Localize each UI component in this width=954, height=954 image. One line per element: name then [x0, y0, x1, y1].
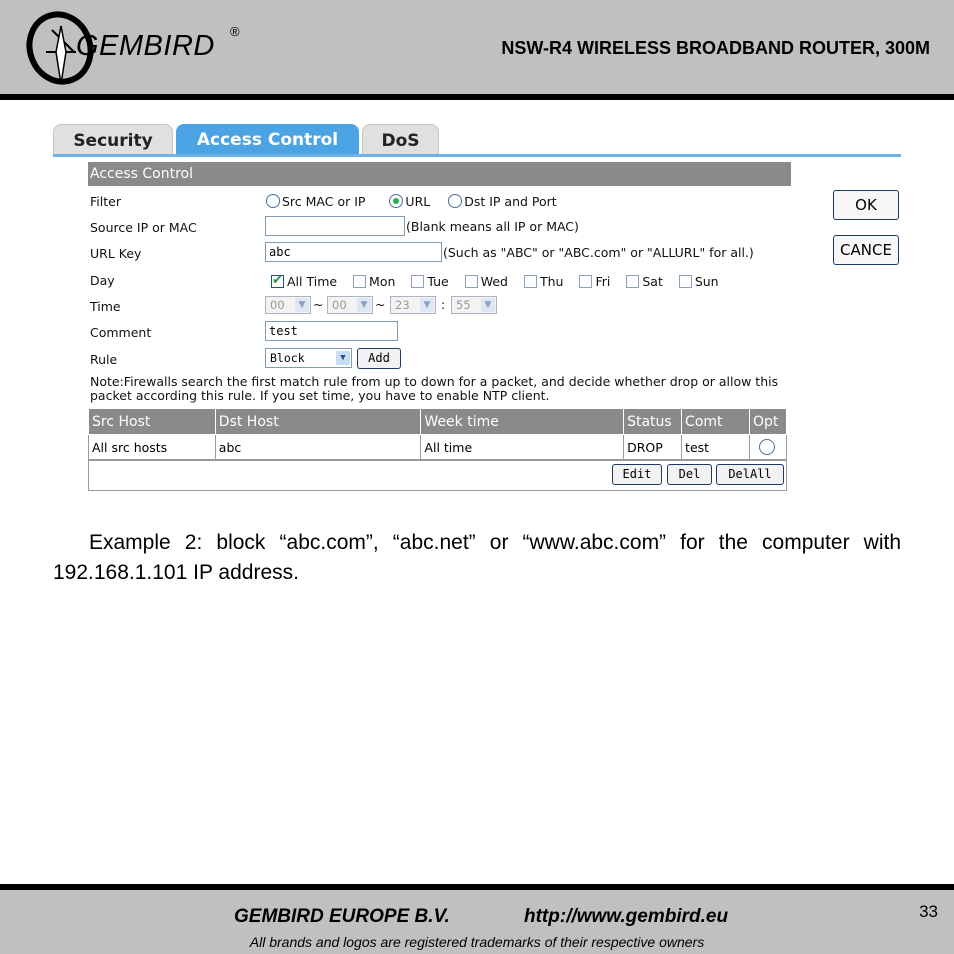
start-hour-select[interactable]: 00 ▼ — [265, 296, 311, 314]
start-hour-value: 00 — [270, 298, 285, 312]
filter-label: Filter — [90, 194, 121, 209]
day-options: All Time Mon Tue Wed Thu Fri Sat Sun — [271, 273, 719, 289]
radio-src-mac-ip[interactable] — [266, 194, 280, 208]
cell-comt: test — [681, 434, 750, 460]
col-comt: Comt — [681, 408, 750, 435]
delete-button[interactable]: Del — [667, 464, 712, 485]
tab-access-control[interactable]: Access Control — [176, 124, 359, 154]
table-header-row: Src Host Dst Host Week time Status Comt … — [88, 408, 788, 435]
start-minute-select[interactable]: 00 ▼ — [327, 296, 373, 314]
chevron-down-icon: ▼ — [481, 298, 495, 312]
add-rule-button[interactable]: Add — [357, 348, 401, 369]
radio-url[interactable] — [389, 194, 404, 208]
cell-src-host: All src hosts — [88, 434, 216, 460]
cell-opt — [748, 434, 788, 460]
tab-dos[interactable]: DoS — [362, 124, 439, 154]
tab-security[interactable]: Security — [53, 124, 173, 154]
chevron-down-icon: ▼ — [336, 351, 350, 365]
firewall-note: Note:Firewalls search the first match ru… — [90, 374, 779, 403]
chevron-down-icon: ▼ — [420, 298, 434, 312]
filter-options: Src MAC or IP URL Dst IP and Port — [266, 194, 557, 209]
checkbox-thu[interactable] — [523, 275, 537, 288]
radio-src-mac-ip-label: Src MAC or IP — [282, 194, 366, 209]
edit-button[interactable]: Edit — [612, 464, 662, 485]
checkbox-sat-label: Sat — [642, 274, 663, 289]
rules-table: Src Host Dst Host Week time Status Comt … — [88, 408, 788, 460]
checkbox-fri[interactable] — [579, 275, 593, 288]
end-hour-value: 23 — [395, 298, 410, 312]
time-tilde-2: ~ — [375, 297, 386, 312]
col-dst-host: Dst Host — [214, 408, 422, 435]
checkbox-mon[interactable] — [353, 275, 367, 288]
col-week-time: Week time — [420, 408, 625, 435]
checkbox-sat[interactable] — [626, 275, 640, 288]
example-text: Example 2: block “abc.com”, “abc.net” or… — [53, 531, 901, 584]
cancel-button[interactable]: CANCE — [833, 235, 899, 265]
end-minute-select[interactable]: 55 ▼ — [451, 296, 497, 314]
cell-status: DROP — [623, 434, 683, 460]
urlkey-hint: (Such as "ABC" or "ABC.com" or "ALLURL" … — [443, 245, 754, 260]
row-select-radio[interactable] — [758, 438, 775, 455]
rule-select[interactable]: Block ▼ — [265, 348, 352, 368]
urlkey-label: URL Key — [90, 246, 142, 261]
logo-text: GEMBIRD — [76, 30, 215, 62]
url-key-input[interactable]: abc — [265, 242, 442, 262]
checkbox-tue[interactable] — [411, 275, 425, 288]
router-screenshot: Security Access Control DoS Access Contr… — [53, 120, 901, 498]
table-button-row: Edit Del DelAll — [88, 460, 787, 491]
checkbox-all-time[interactable] — [271, 273, 284, 288]
page-header: GEMBIRD ® NSW-R4 WIRELESS BROADBAND ROUT… — [0, 0, 954, 100]
checkbox-all-time-label: All Time — [287, 274, 338, 289]
end-hour-select[interactable]: 23 ▼ — [390, 296, 436, 314]
start-minute-value: 00 — [332, 298, 347, 312]
comment-input[interactable]: test — [265, 321, 398, 341]
page-number: 33 — [919, 902, 938, 921]
col-src-host: Src Host — [88, 408, 216, 435]
checkbox-sun[interactable] — [678, 275, 692, 288]
day-label: Day — [90, 273, 115, 288]
table-row: All src hosts abc All time DROP test — [88, 434, 788, 460]
example-paragraph: Example 2: block “abc.com”, “abc.net” or… — [53, 528, 901, 588]
cell-week-time: All time — [420, 434, 625, 460]
col-opt: Opt — [748, 408, 788, 435]
source-ip-mac-input[interactable] — [265, 216, 405, 236]
chevron-down-icon: ▼ — [357, 298, 371, 312]
col-status: Status — [623, 408, 683, 435]
rule-select-value: Block — [270, 351, 305, 365]
footer-trademark-note: All brands and logos are registered trad… — [249, 934, 705, 950]
ok-button[interactable]: OK — [833, 190, 899, 220]
radio-dst-ip-port-label: Dst IP and Port — [464, 194, 557, 209]
time-label: Time — [90, 299, 121, 314]
radio-url-label: URL — [405, 194, 431, 209]
document-title: NSW-R4 WIRELESS BROADBAND ROUTER, 300M — [501, 38, 930, 58]
checkbox-mon-label: Mon — [369, 274, 396, 289]
chevron-down-icon: ▼ — [295, 298, 309, 312]
registered-mark: ® — [230, 24, 240, 39]
checkbox-wed-label: Wed — [480, 274, 508, 289]
rule-label: Rule — [90, 352, 118, 367]
time-tilde-1: ~ — [313, 297, 324, 312]
checkbox-wed[interactable] — [464, 275, 478, 288]
page-footer: GEMBIRD EUROPE B.V. http://www.gembird.e… — [0, 884, 954, 954]
delete-all-button[interactable]: DelAll — [716, 464, 784, 485]
panel-title: Access Control — [88, 162, 791, 186]
checkbox-thu-label: Thu — [539, 274, 564, 289]
cell-dst-host: abc — [214, 434, 422, 460]
tab-bar: Security Access Control DoS — [53, 124, 901, 157]
radio-dst-ip-port[interactable] — [448, 194, 463, 208]
checkbox-fri-label: Fri — [595, 274, 611, 289]
footer-company: GEMBIRD EUROPE B.V. — [234, 906, 450, 927]
time-colon: : — [441, 297, 446, 312]
source-label: Source IP or MAC — [90, 220, 197, 235]
checkbox-tue-label: Tue — [427, 274, 449, 289]
source-hint: (Blank means all IP or MAC) — [406, 219, 579, 234]
footer-url[interactable]: http://www.gembird.eu — [524, 906, 728, 928]
end-minute-value: 55 — [456, 298, 471, 312]
comment-label: Comment — [90, 325, 152, 340]
checkbox-sun-label: Sun — [694, 274, 719, 289]
